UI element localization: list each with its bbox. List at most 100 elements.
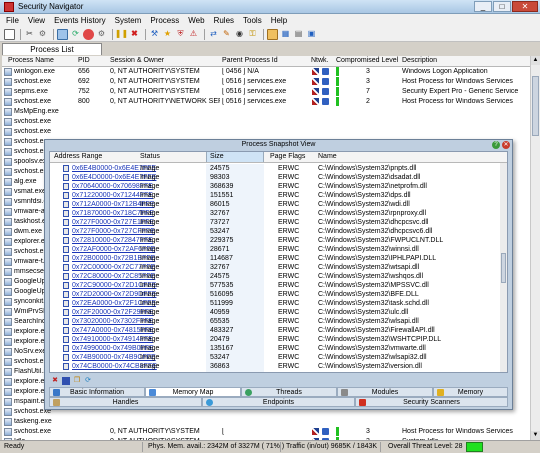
network-icon[interactable]: ⇄ <box>208 29 219 40</box>
cut-icon[interactable]: ✂ <box>24 29 35 40</box>
process-name-cell: alg.exe <box>14 178 37 185</box>
col-level[interactable]: Compromised Level <box>336 57 398 64</box>
col-process-name[interactable]: Process Name <box>8 57 54 64</box>
menu-web[interactable]: Web <box>188 16 204 25</box>
chart-icon[interactable]: ▦ <box>280 29 291 40</box>
gear-icon[interactable]: ⚙ <box>37 29 48 40</box>
process-row[interactable]: svchost.exe 800 0, NT AUTHORITY\NETWORK SE… <box>2 97 530 107</box>
menu-file[interactable]: File <box>6 16 19 25</box>
col-pid[interactable]: PID <box>78 57 90 64</box>
minimize-button[interactable]: _ <box>474 1 492 12</box>
key-icon[interactable]: ⚿ <box>247 29 258 40</box>
tab-basic-information[interactable]: Basic Information <box>49 387 145 397</box>
delete-icon[interactable]: ✖ <box>51 377 59 385</box>
warning-icon[interactable]: ⚠ <box>188 29 199 40</box>
globe-icon <box>206 399 213 406</box>
tab-threads[interactable]: Threads <box>241 387 337 397</box>
parent-cell: [ 0456 ] N/A <box>222 68 259 75</box>
col-name[interactable]: Name <box>318 153 337 160</box>
process-scrollbar[interactable]: ▲ ▼ <box>530 56 540 440</box>
size-cell: 98303 <box>210 174 230 181</box>
process-row[interactable]: winlogon.exe 656 0, NT AUTHORITY\SYSTEM [ 0… <box>2 67 530 77</box>
process-row[interactable]: svchost.exe <box>2 117 530 127</box>
edit-icon[interactable]: ✎ <box>221 29 232 40</box>
description-cell: Windows Logon Application <box>402 68 488 75</box>
new-icon[interactable] <box>4 28 15 40</box>
tab-handles[interactable]: Handles <box>49 397 202 407</box>
menu-tools[interactable]: Tools <box>243 16 262 25</box>
tab-endpoints[interactable]: Endpoints <box>202 397 355 407</box>
module-name-cell: C:\Windows\System32\task.schd.dll <box>318 300 429 307</box>
record-icon[interactable] <box>83 28 94 40</box>
col-size[interactable]: Size <box>210 153 224 160</box>
size-cell: 86015 <box>210 201 230 208</box>
status-cell: Image <box>140 246 160 253</box>
tools-icon[interactable]: ⚒ <box>149 29 160 40</box>
close-button[interactable]: ✕ <box>512 1 538 12</box>
col-parent[interactable]: Parent Process Id <box>222 57 278 64</box>
settings-icon[interactable]: ⚙ <box>96 29 107 40</box>
tab-modules[interactable]: Modules <box>337 387 433 397</box>
process-row[interactable]: taskeng.exe <box>2 417 530 427</box>
process-row[interactable]: svchost.exe <box>2 127 530 137</box>
dialog-close-button[interactable]: ✕ <box>502 141 510 149</box>
copy-icon[interactable]: ❐ <box>73 377 81 385</box>
memory-scroll-thumb[interactable] <box>501 253 506 283</box>
monitor-icon[interactable] <box>57 28 68 40</box>
col-status[interactable]: Status <box>140 153 160 160</box>
menu-rules[interactable]: Rules <box>214 16 234 25</box>
tab-memory[interactable]: Memory <box>433 387 508 397</box>
menu-events-history[interactable]: Events History <box>54 16 106 25</box>
memory-region-icon <box>63 219 69 226</box>
size-cell: 73727 <box>210 219 230 226</box>
memory-region-icon <box>63 165 69 172</box>
menu-view[interactable]: View <box>28 16 45 25</box>
maximize-button[interactable]: □ <box>493 1 511 12</box>
col-ntwk[interactable]: Ntwk. <box>311 57 329 64</box>
menu-system[interactable]: System <box>115 16 142 25</box>
pause-icon[interactable]: ❚❚ <box>115 29 128 40</box>
level-bar <box>336 427 339 436</box>
status-cell: Image <box>140 201 160 208</box>
module-name-cell: C:\Windows\System32\MPSSVC.dll <box>318 282 429 289</box>
col-description[interactable]: Description <box>402 57 437 64</box>
process-row[interactable]: MsMpEng.exe <box>2 107 530 117</box>
save-icon[interactable] <box>62 377 70 385</box>
stop-icon[interactable]: ✖ <box>129 29 140 40</box>
title-bar: Security Navigator _ □ ✕ <box>0 0 540 14</box>
camera-icon[interactable]: ◉ <box>234 29 245 40</box>
process-name-cell: taskeng.exe <box>14 418 52 425</box>
shield-icon[interactable]: ⛨ <box>175 29 186 40</box>
window-icon[interactable]: ▣ <box>306 29 317 40</box>
tab-process-list[interactable]: Process List <box>2 43 102 55</box>
menu-help[interactable]: Help <box>271 16 287 25</box>
scroll-thumb[interactable] <box>532 76 539 136</box>
memory-row[interactable]: 0x74CB0000-0x74CB8FFE Image 36863 ERWC C:\Wi… <box>50 362 500 372</box>
pid-cell: 656 <box>78 68 90 75</box>
size-cell: 368639 <box>210 183 234 190</box>
scroll-up-arrow[interactable]: ▲ <box>531 56 540 65</box>
menu-process[interactable]: Process <box>150 16 179 25</box>
col-address-range[interactable]: Address Range <box>54 153 102 160</box>
refresh-icon[interactable]: ⟳ <box>84 377 92 385</box>
lock-icon[interactable] <box>267 28 278 40</box>
grid-icon[interactable]: ▤ <box>293 29 304 40</box>
threads-icon <box>245 389 252 396</box>
process-row[interactable]: sepms.exe 752 0, NT AUTHORITY\SYSTEM [ 0516… <box>2 87 530 97</box>
process-row[interactable]: svchost.exe 0, NT AUTHORITY\SYSTEM [ 3 Host… <box>2 427 530 437</box>
tab-label: Security Scanners <box>403 399 460 406</box>
col-session[interactable]: Session & Owner <box>110 57 164 64</box>
memory-scrollbar[interactable] <box>500 163 507 372</box>
dialog-help-button[interactable]: ? <box>492 141 500 149</box>
process-icon <box>4 178 12 186</box>
process-row[interactable]: svchost.exe 692 0, NT AUTHORITY\SYSTEM [ 05… <box>2 77 530 87</box>
status-cell: Image <box>140 291 160 298</box>
col-page-flags[interactable]: Page Flags <box>270 153 305 160</box>
scroll-down-arrow[interactable]: ▼ <box>531 431 540 440</box>
refresh-icon[interactable]: ⟳ <box>70 29 81 40</box>
size-cell: 114687 <box>210 255 233 262</box>
star-icon[interactable]: ★ <box>162 29 173 40</box>
tab-security-scanners[interactable]: Security Scanners <box>355 397 508 407</box>
tab-memory-map[interactable]: Memory Map <box>145 387 241 397</box>
memory-region-icon <box>63 309 69 316</box>
